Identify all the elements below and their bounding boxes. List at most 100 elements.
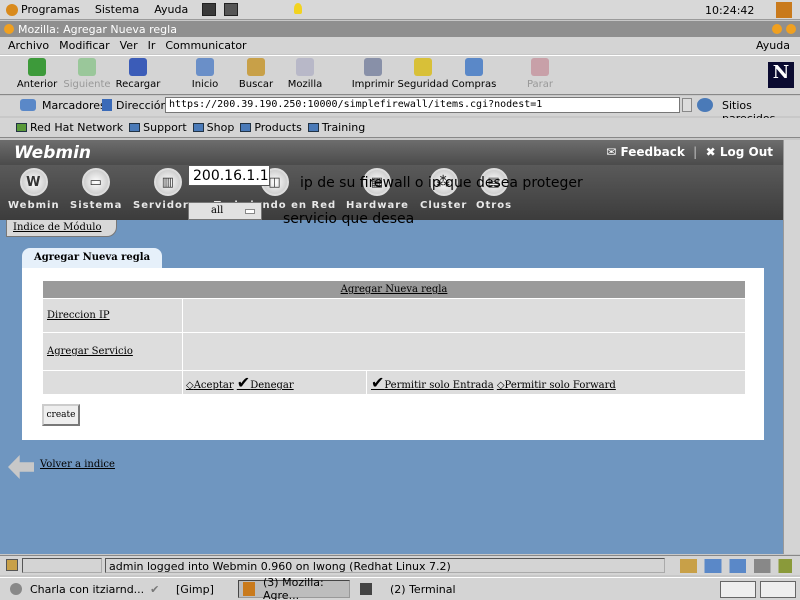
webmin-header: Webmin ✉ Feedback | ✖ Log Out — [0, 140, 783, 165]
printer-icon — [364, 58, 382, 76]
bookmark-shop[interactable]: Shop — [192, 121, 234, 134]
checkmark-icon: ✔ — [236, 373, 251, 392]
rule-form-table: Agregar Nueva regla Direccion IP Agregar… — [42, 280, 746, 395]
task-terminal[interactable]: (2) Terminal — [356, 580, 456, 598]
checkmark-icon: ✔ — [150, 582, 160, 596]
terminal-launcher-icon[interactable] — [224, 3, 238, 16]
ip-hint: ip de su firewall o ip que desea protege… — [300, 175, 583, 191]
status-text: admin logged into Webmin 0.960 on lwong … — [105, 558, 665, 573]
location-label: Dirección: — [116, 99, 172, 112]
related-icon — [697, 98, 713, 112]
minimize-icon[interactable] — [772, 24, 782, 34]
logout-link[interactable]: Log Out — [720, 145, 773, 159]
feedback-link[interactable]: Feedback — [620, 145, 684, 159]
close-icon[interactable] — [786, 24, 796, 34]
mozilla-icon — [243, 582, 256, 596]
page-content: Webmin ✉ Feedback | ✖ Log Out W Webmin ▭ S… — [0, 140, 783, 554]
webmin-logo: Webmin — [14, 143, 92, 163]
vertical-scrollbar[interactable] — [783, 140, 800, 554]
action-cell: ◇Aceptar ✔Denegar — [182, 370, 367, 395]
menu-ir[interactable]: Ir — [148, 39, 156, 52]
create-button[interactable]: create — [42, 404, 80, 426]
netscape-logo: N — [768, 62, 794, 88]
padlock-icon — [414, 58, 432, 76]
service-label: Agregar Servicio — [42, 332, 183, 371]
forward-only-option[interactable]: ◇Permitir solo Forward — [497, 380, 616, 391]
workspace-switcher[interactable] — [720, 581, 756, 598]
lightbulb-icon[interactable] — [294, 3, 302, 14]
lock-icon — [6, 559, 18, 571]
monitor-icon[interactable] — [202, 3, 216, 16]
forward-arrow-icon — [78, 58, 96, 76]
checkmark-icon: ✔ — [371, 373, 385, 392]
category-webmin[interactable]: W Webmin — [8, 168, 60, 211]
url-input[interactable]: https://200.39.190.250:10000/simplefirew… — [165, 97, 680, 113]
service-select[interactable]: all — [188, 202, 262, 220]
bookmark-training[interactable]: Training — [307, 121, 365, 134]
bookmark-support[interactable]: Support — [129, 121, 187, 134]
direction-cell: ✔Permitir solo Entrada ◇Permitir solo Fo… — [366, 370, 746, 395]
back-arrow-icon — [28, 58, 46, 76]
redhat-icon[interactable] — [776, 2, 792, 18]
menubar: Archivo Modificar Ver Ir Communicator Ay… — [0, 37, 800, 54]
netscape-icon — [296, 58, 314, 76]
stop-icon — [531, 58, 549, 76]
logout-icon: ✖ — [705, 145, 716, 159]
menu-archivo[interactable]: Archivo — [8, 39, 49, 52]
service-hint: servicio que desea — [283, 211, 415, 227]
stop-button[interactable]: Parar — [510, 58, 570, 90]
reload-button[interactable]: Recargar — [108, 58, 168, 90]
bookmarks-button[interactable]: Marcadores — [42, 99, 106, 112]
webmin-category-icon: W — [19, 168, 48, 196]
bookmark-products[interactable]: Products — [240, 121, 302, 134]
input-only-option[interactable]: ✔Permitir solo Entrada — [371, 373, 494, 392]
category-sistema[interactable]: ▭ Sistema — [70, 168, 122, 211]
navigation-toolbar: Anterior Siguiente Recargar Inicio Busca… — [0, 55, 800, 95]
folder-icon — [307, 123, 319, 132]
server-icon: ▥ — [154, 168, 183, 196]
form-panel: Agregar Nueva regla Direccion IP Agregar… — [22, 268, 764, 440]
progress-box — [22, 558, 102, 573]
window-menu-icon[interactable] — [4, 24, 14, 34]
divider: | — [693, 145, 698, 159]
clock: 10:24:42 — [705, 4, 755, 17]
task-mozilla[interactable]: (3) Mozilla: Agre... — [238, 576, 350, 600]
personal-toolbar: Red Hat Network Support Shop Products Tr… — [0, 118, 800, 138]
menu-ver[interactable]: Ver — [120, 39, 138, 52]
mozilla-button[interactable]: Mozilla — [275, 58, 335, 90]
task-chat[interactable]: Charla con itziarnd... ✔ — [6, 580, 159, 598]
help-menu[interactable]: Ayuda — [151, 3, 188, 16]
module-index-link[interactable]: Indice de Módulo — [6, 220, 117, 237]
window-title: Mozilla: Agregar Nueva regla — [18, 22, 177, 36]
ip-label: Direccion IP — [42, 298, 183, 333]
dropdown-icon — [245, 209, 255, 214]
back-to-index-link[interactable]: Volver a indice — [40, 459, 115, 470]
bookmark-redhat-network[interactable]: Red Hat Network — [16, 121, 123, 134]
shop-button[interactable]: Compras — [444, 58, 504, 90]
menu-ayuda[interactable]: Ayuda — [756, 39, 790, 52]
terminal-icon — [360, 583, 372, 595]
ip-input[interactable]: 200.16.1.1 — [188, 165, 270, 186]
workspace-switcher-2[interactable] — [760, 581, 796, 598]
page-tab: Agregar Nueva regla — [22, 248, 163, 268]
computer-icon: ▭ — [82, 168, 111, 196]
deny-option[interactable]: ✔Denegar — [237, 373, 294, 392]
window-titlebar[interactable]: Mozilla: Agregar Nueva regla — [0, 21, 800, 37]
top-panel: Programas Sistema Ayuda — [0, 0, 800, 20]
accept-option[interactable]: ◇Aceptar — [186, 380, 234, 391]
chat-icon — [10, 583, 22, 595]
folder-icon — [192, 123, 204, 132]
menu-communicator[interactable]: Communicator — [165, 39, 246, 52]
component-bar-icons[interactable] — [680, 559, 792, 573]
menu-modificar[interactable]: Modificar — [59, 39, 110, 52]
ip-cell — [182, 298, 746, 333]
empty-cell — [42, 370, 183, 395]
system-menu[interactable]: Sistema — [92, 3, 139, 16]
header-links: ✉ Feedback | ✖ Log Out — [606, 145, 773, 159]
programs-menu[interactable]: Programas — [6, 3, 80, 16]
folder-icon — [240, 123, 252, 132]
url-dropdown-icon[interactable] — [682, 98, 692, 112]
search-icon — [247, 58, 265, 76]
task-gimp[interactable]: [Gimp] — [172, 580, 214, 598]
table-header: Agregar Nueva regla — [42, 280, 746, 299]
